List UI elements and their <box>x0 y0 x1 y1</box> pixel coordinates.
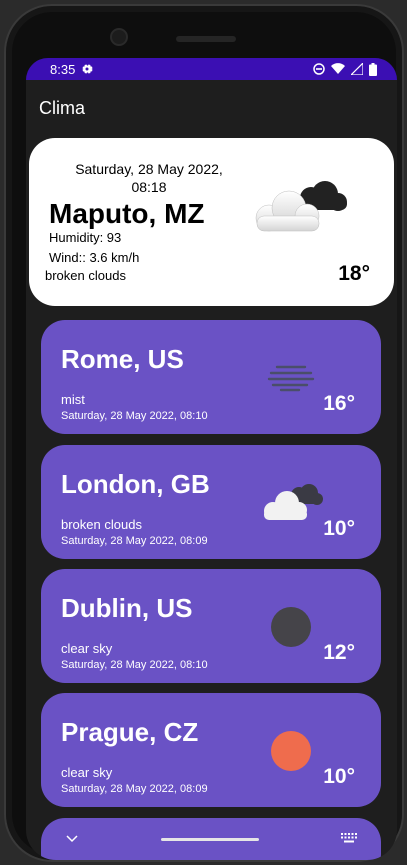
current-city: Maputo, MZ <box>49 198 205 229</box>
city-temperature: 12° <box>323 641 355 664</box>
app-title: Clima <box>39 97 86 118</box>
city-description: clear sky <box>61 765 113 780</box>
chevron-down-icon[interactable] <box>66 832 78 846</box>
city-name: London, GB <box>61 469 210 499</box>
city-temperature: 10° <box>323 765 355 788</box>
current-temperature: 18° <box>338 262 370 285</box>
current-date: Saturday, 28 May 2022, 08:18 <box>49 160 249 196</box>
city-name: Prague, CZ <box>61 717 199 747</box>
gear-icon <box>82 64 93 74</box>
broken-clouds-icon <box>264 484 323 520</box>
city-description: mist <box>61 392 85 407</box>
city-date: Saturday, 28 May 2022, 08:10 <box>61 659 208 671</box>
moon-icon <box>271 607 311 647</box>
city-temperature: 16° <box>323 392 355 415</box>
current-weather-card[interactable]: Saturday, 28 May 2022, 08:18 Maputo, MZ … <box>29 138 394 306</box>
wifi-icon <box>331 63 345 74</box>
app-screen: 8:35 Clima Saturday, 28 May 2022, 08:18 … <box>26 58 397 860</box>
status-time: 8:35 <box>50 61 76 77</box>
city-description: clear sky <box>61 641 113 656</box>
current-humidity: Humidity: 93 <box>49 230 122 245</box>
battery-icon <box>369 62 377 76</box>
city-card[interactable]: London, GB broken clouds Saturday, 28 Ma… <box>41 445 381 559</box>
speaker-grille <box>176 36 236 42</box>
sun-icon <box>271 731 311 771</box>
current-wind: Wind:: 3.6 km/h <box>49 250 140 265</box>
city-card[interactable]: Dublin, US clear sky Saturday, 28 May 20… <box>41 569 381 683</box>
mist-icon <box>267 365 315 392</box>
city-name: Rome, US <box>61 344 184 374</box>
city-description: broken clouds <box>61 517 142 532</box>
home-handle[interactable] <box>160 837 259 841</box>
city-date: Saturday, 28 May 2022, 08:10 <box>61 410 208 422</box>
city-date: Saturday, 28 May 2022, 08:09 <box>61 783 208 795</box>
navigation-bar <box>26 818 397 860</box>
status-bar: 8:35 <box>26 58 397 80</box>
city-card[interactable]: Rome, US mist Saturday, 28 May 2022, 08:… <box>41 320 381 434</box>
do-not-disturb-icon <box>313 63 325 75</box>
current-description: broken clouds <box>45 268 126 283</box>
current-time-line: 08:18 <box>131 179 167 195</box>
phone-frame: 8:35 Clima Saturday, 28 May 2022, 08:18 … <box>4 4 404 862</box>
signal-icon <box>351 63 363 75</box>
broken-clouds-icon <box>255 181 347 232</box>
city-temperature: 10° <box>323 517 355 540</box>
app-bar: Clima <box>26 80 397 136</box>
keyboard-icon[interactable] <box>341 832 357 846</box>
city-date: Saturday, 28 May 2022, 08:09 <box>61 535 208 547</box>
camera-icon <box>110 28 128 46</box>
city-name: Dublin, US <box>61 593 193 623</box>
current-date-line: Saturday, 28 May 2022, <box>75 161 223 177</box>
city-card[interactable]: Prague, CZ clear sky Saturday, 28 May 20… <box>41 693 381 807</box>
